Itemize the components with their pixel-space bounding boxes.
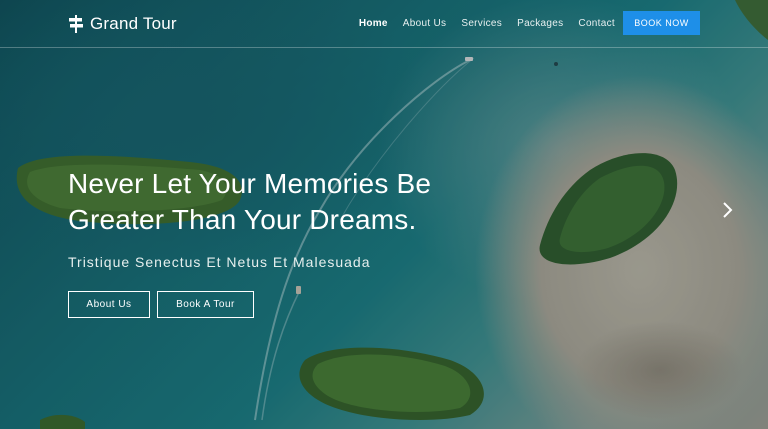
main-nav: Home About Us Services Packages Contact … [344, 11, 700, 35]
brand-name: Grand Tour [90, 14, 177, 33]
nav-item-services[interactable]: Services [461, 18, 502, 29]
nav-item-packages[interactable]: Packages [517, 18, 563, 29]
hero-headline-line-2: Greater Than Your Dreams. [68, 204, 417, 235]
hero-headline-line-1: Never Let Your Memories Be [68, 168, 432, 199]
brand-logo[interactable]: Grand Tour [68, 12, 177, 36]
about-us-button[interactable]: About Us [68, 291, 150, 318]
hero-headline: Never Let Your Memories Be Greater Than … [68, 166, 528, 238]
book-a-tour-button[interactable]: Book A Tour [157, 291, 254, 318]
nav-item-contact[interactable]: Contact [578, 18, 615, 29]
nav-item-about-us[interactable]: About Us [403, 18, 447, 29]
nav-item-home[interactable]: Home [359, 18, 388, 29]
chevron-right-icon[interactable] [718, 200, 738, 220]
hero-subheading: Tristique Senectus Et Netus Et Malesuada [68, 254, 371, 270]
site-header: Grand Tour Home About Us Services Packag… [0, 0, 768, 48]
book-now-button[interactable]: BOOK NOW [623, 11, 700, 35]
signpost-icon [69, 15, 83, 33]
